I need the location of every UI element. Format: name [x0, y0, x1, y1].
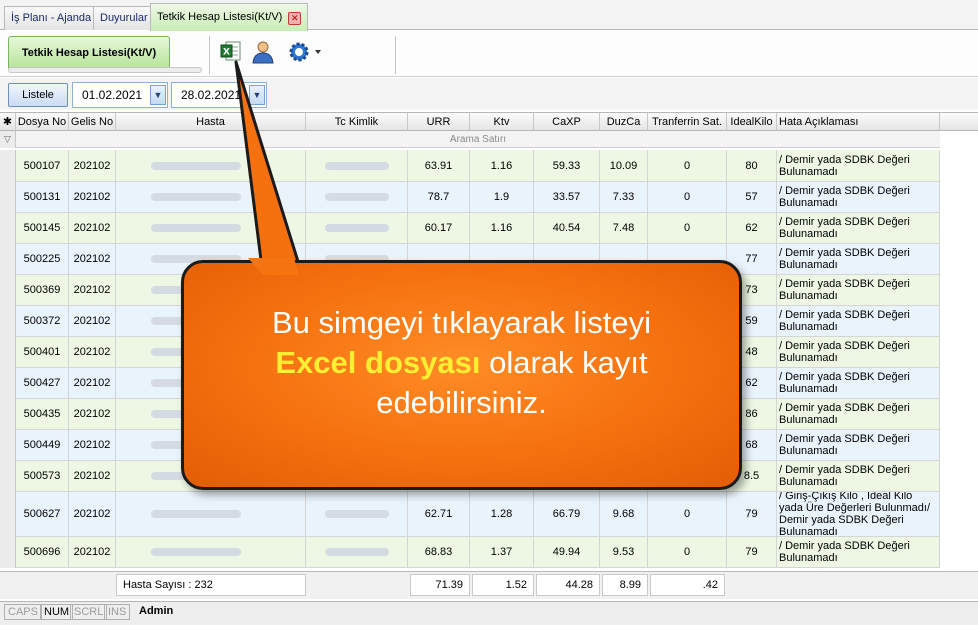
callout-line1: Bu simgeyi tıklayarak listeyi: [271, 305, 651, 340]
callout-line3: edebilirsiniz.: [376, 385, 547, 420]
callout-highlight: Excel dosyası: [275, 345, 481, 380]
callout-text: Bu simgeyi tıklayarak listeyi Excel dosy…: [201, 303, 722, 423]
callout-line2-rest: olarak kayıt: [480, 345, 648, 380]
callout-line2: Excel dosyası olarak kayıt: [201, 343, 722, 383]
